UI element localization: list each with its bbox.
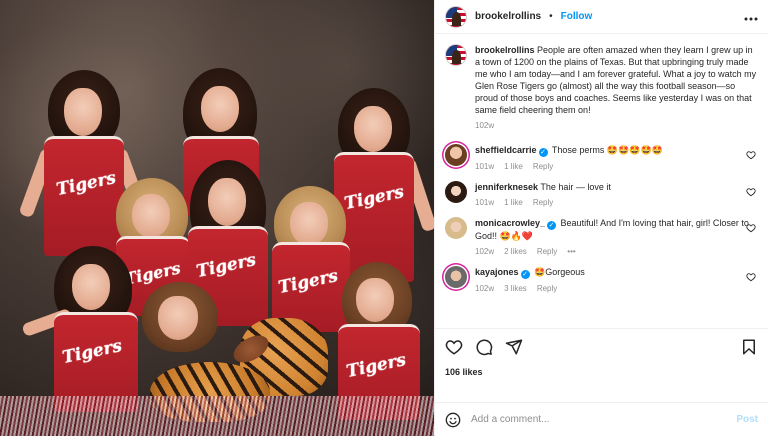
verified-badge-icon: ✓ (547, 221, 557, 230)
commenter-avatar[interactable] (445, 217, 467, 239)
more-horizontal-icon (744, 17, 758, 20)
comment-username[interactable]: jenniferknesek (475, 182, 538, 192)
bookmark-icon[interactable] (740, 338, 758, 356)
comment-icon[interactable] (475, 338, 493, 356)
emoji-icon[interactable] (445, 412, 461, 428)
header-separator: • (549, 11, 553, 22)
reply-button[interactable]: Reply (533, 198, 553, 207)
comment-username[interactable]: monicacrowley_ (475, 218, 545, 228)
comment-item: jenniferknesek The hair — love it 101w 1… (445, 181, 758, 207)
comment-more-options[interactable]: ••• (567, 247, 575, 256)
comment-time[interactable]: 102w (475, 247, 494, 256)
post-header: brookelrollins • Follow (435, 0, 768, 34)
commenter-avatar[interactable] (445, 181, 467, 203)
comment-text: 🤩Gorgeous (534, 267, 585, 277)
caption-username[interactable]: brookelrollins (475, 45, 535, 55)
likes-count[interactable]: 106 likes (445, 367, 758, 377)
comment-time[interactable]: 101w (475, 198, 494, 207)
comment-like-heart-icon[interactable] (746, 272, 756, 282)
comment-item: sheffieldcarrie ✓ Those perms 🤩🤩🤩🤩🤩 101w … (445, 144, 758, 171)
comment-text: Those perms 🤩🤩🤩🤩🤩 (551, 145, 663, 155)
comment-text: The hair — love it (540, 182, 611, 192)
comment-likes[interactable]: 1 like (504, 198, 523, 207)
caption: brookelrollins People are often amazed w… (445, 44, 758, 130)
comment-time[interactable]: 102w (475, 284, 494, 293)
reply-button[interactable]: Reply (537, 247, 557, 256)
comment-like-heart-icon[interactable] (746, 223, 756, 233)
more-options-button[interactable] (744, 12, 758, 22)
comment-item: kayajones ✓ 🤩Gorgeous 102w 3 likes Reply (445, 266, 758, 293)
caption-text-block: brookelrollins People are often amazed w… (475, 44, 758, 116)
commenter-avatar[interactable] (445, 266, 467, 288)
post-actions: 106 likes (435, 328, 768, 402)
comment-likes[interactable]: 1 like (504, 162, 523, 171)
author-username[interactable]: brookelrollins (475, 11, 541, 22)
comment-like-heart-icon[interactable] (746, 187, 756, 197)
comment-like-heart-icon[interactable] (746, 150, 756, 160)
share-icon[interactable] (505, 338, 523, 356)
add-comment-bar: Post (435, 402, 768, 436)
heart-icon[interactable] (445, 338, 463, 356)
comment-input[interactable] (471, 414, 727, 425)
instagram-post: Tigers Tigers Tigers Tigers Tigers Tiger… (0, 0, 768, 436)
comment-time[interactable]: 101w (475, 162, 494, 171)
comments-list[interactable]: brookelrollins People are often amazed w… (435, 34, 768, 328)
reply-button[interactable]: Reply (533, 162, 553, 171)
comment-likes[interactable]: 2 likes (504, 247, 527, 256)
follow-button[interactable]: Follow (561, 11, 593, 22)
commenter-avatar[interactable] (445, 144, 467, 166)
caption-text: People are often amazed when they learn … (475, 45, 757, 115)
post-sidebar: brookelrollins • Follow brookelrollins P… (434, 0, 768, 436)
author-avatar[interactable] (445, 5, 467, 28)
comment-username[interactable]: sheffieldcarrie (475, 145, 537, 155)
caption-time[interactable]: 102w (475, 121, 494, 130)
pompom-tinsel (0, 396, 434, 436)
verified-badge-icon: ✓ (538, 148, 548, 157)
comment-likes[interactable]: 3 likes (504, 284, 527, 293)
reply-button[interactable]: Reply (537, 284, 557, 293)
caption-author-avatar[interactable] (445, 44, 467, 66)
post-comment-button[interactable]: Post (736, 414, 758, 425)
verified-badge-icon: ✓ (520, 270, 530, 279)
comment-item: monicacrowley_ ✓ Beautiful! And I'm lovin… (445, 217, 758, 256)
comment-username[interactable]: kayajones (475, 267, 519, 277)
post-photo[interactable]: Tigers Tigers Tigers Tigers Tigers Tiger… (0, 0, 434, 436)
